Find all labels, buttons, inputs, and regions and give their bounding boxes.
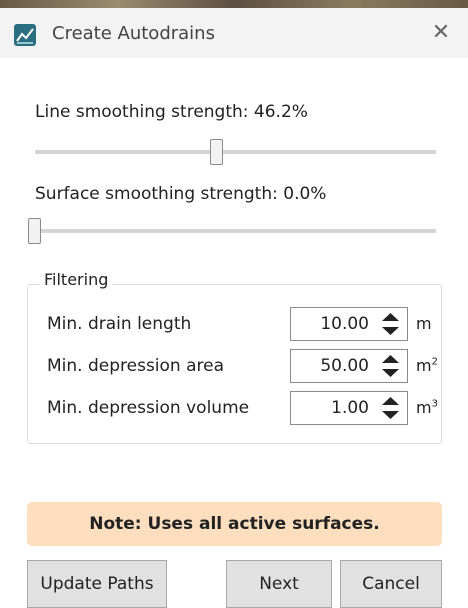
close-icon[interactable]: ✕ — [424, 18, 458, 48]
spin-updown-icon[interactable] — [375, 309, 406, 339]
update-paths-button[interactable]: Update Paths — [27, 560, 167, 608]
surface-smoothing-slider-thumb[interactable] — [28, 218, 41, 244]
cancel-button[interactable]: Cancel — [340, 560, 442, 608]
next-button[interactable]: Next — [226, 560, 332, 608]
filtering-group-title: Filtering — [40, 270, 113, 289]
window-title: Create Autodrains — [52, 23, 215, 44]
surface-smoothing-slider[interactable] — [30, 229, 436, 233]
min-depression-area-value: 50.00 — [320, 356, 369, 376]
line-smoothing-slider[interactable] — [35, 150, 436, 154]
line-smoothing-label: Line smoothing strength: 46.2% — [35, 102, 308, 122]
background-strip — [0, 0, 468, 8]
unit-label: m3 — [416, 398, 438, 417]
min-depression-area-field[interactable]: 50.00 — [290, 349, 408, 383]
min-drain-length-value: 10.00 — [320, 314, 369, 334]
spin-updown-icon[interactable] — [375, 393, 406, 423]
title-bar: Create Autodrains ✕ — [0, 8, 468, 58]
autodrains-app-icon — [14, 24, 36, 46]
min-depression-volume-value: 1.00 — [331, 398, 369, 418]
unit-label: m — [416, 314, 432, 333]
line-smoothing-slider-thumb[interactable] — [210, 139, 223, 165]
spin-updown-icon[interactable] — [375, 351, 406, 381]
min-depression-volume-label: Min. depression volume — [47, 398, 250, 418]
min-drain-length-field[interactable]: 10.00 — [290, 307, 408, 341]
surface-smoothing-label: Surface smoothing strength: 0.0% — [35, 184, 327, 204]
note-banner: Note: Uses all active surfaces. — [27, 502, 442, 546]
min-depression-volume-field[interactable]: 1.00 — [290, 391, 408, 425]
min-depression-area-label: Min. depression area — [47, 356, 225, 376]
unit-label: m2 — [416, 356, 438, 375]
min-drain-length-label: Min. drain length — [47, 314, 192, 334]
